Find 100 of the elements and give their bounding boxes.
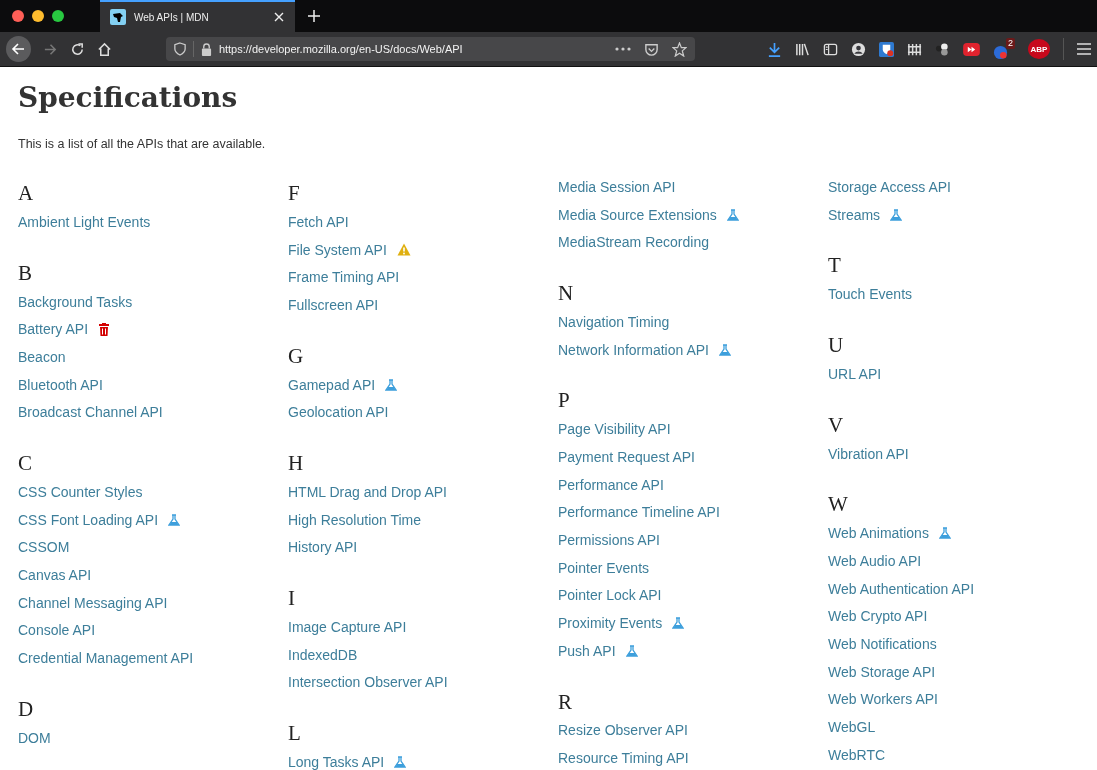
api-link[interactable]: Payment Request API [558, 448, 695, 465]
api-link[interactable]: Web Storage API [828, 663, 936, 680]
api-link[interactable]: Page Visibility API [558, 421, 671, 438]
api-link[interactable]: IndexedDB [288, 646, 358, 663]
api-link[interactable]: Permissions API [558, 532, 660, 549]
fast-forward-icon[interactable] [963, 42, 980, 56]
api-link[interactable]: Vibration API [828, 445, 909, 462]
adblock-button[interactable]: ABP [1028, 39, 1050, 59]
api-link[interactable]: DOM [18, 729, 51, 746]
back-arrow-icon [10, 41, 27, 57]
close-window-button[interactable] [12, 10, 24, 22]
api-link[interactable]: Streams [828, 206, 881, 223]
api-link[interactable]: Console API [18, 622, 96, 639]
library-icon[interactable] [795, 41, 810, 57]
api-link[interactable]: Ambient Light Events [18, 213, 151, 230]
api-link[interactable]: Background Tasks [18, 293, 133, 310]
notification-count: 2 [1006, 38, 1015, 49]
back-button[interactable] [6, 36, 31, 62]
api-link[interactable]: MediaStream Recording [558, 234, 709, 251]
letter-heading: B [18, 259, 33, 287]
api-link[interactable]: Geolocation API [288, 404, 389, 421]
api-link[interactable]: History API [288, 539, 358, 556]
api-link[interactable]: Fullscreen API [288, 296, 379, 313]
api-link[interactable]: CSS Counter Styles [18, 483, 143, 500]
molecule-icon[interactable] [935, 41, 950, 57]
letter-heading: U [828, 332, 845, 360]
letter-heading: G [288, 342, 305, 370]
page-heading: Specifications [18, 80, 239, 116]
api-link[interactable]: CSS Font Loading API [18, 511, 159, 528]
pocket-icon[interactable] [644, 41, 659, 57]
api-link[interactable]: Storage Access API [828, 178, 951, 195]
sidebar-icon[interactable] [823, 41, 838, 57]
api-link[interactable]: Performance API [558, 476, 664, 493]
api-link[interactable]: File System API [288, 241, 387, 258]
api-link[interactable]: Credential Management API [18, 650, 194, 667]
api-link[interactable]: Frame Timing API [288, 269, 400, 286]
menu-icon[interactable] [1077, 43, 1091, 55]
api-link[interactable]: Gamepad API [288, 376, 376, 393]
intro-text: This is a list of all the APIs that are available. [18, 136, 267, 153]
api-link[interactable]: Intersection Observer API [288, 674, 448, 691]
letter-heading: H [288, 450, 305, 478]
fence-icon[interactable] [907, 41, 922, 57]
api-link[interactable]: Channel Messaging API [18, 594, 168, 611]
letter-heading: V [828, 411, 845, 439]
api-link[interactable]: Navigation Timing [558, 313, 670, 330]
shield-icon[interactable] [879, 41, 894, 57]
api-link[interactable]: HTML Drag and Drop API [288, 483, 447, 500]
maximize-window-button[interactable] [52, 10, 64, 22]
api-link[interactable]: Media Source Extensions [558, 206, 717, 223]
api-link[interactable]: Broadcast Channel API [18, 404, 163, 421]
api-link[interactable]: WebRTC [828, 746, 886, 763]
letter-heading: A [18, 180, 35, 207]
api-link[interactable]: Image Capture API [288, 619, 407, 636]
api-link[interactable]: Fetch API [288, 213, 349, 230]
browser-tab[interactable]: Web APIs | MDN [100, 0, 295, 32]
api-link[interactable]: Web Audio API [828, 552, 922, 569]
account-icon[interactable] [851, 41, 866, 57]
tab-title: Web APIs | MDN [134, 11, 210, 23]
more-icon[interactable] [615, 47, 631, 51]
api-link[interactable]: Resize Observer API [558, 722, 688, 739]
api-link[interactable]: Push API [558, 642, 616, 659]
api-link[interactable]: URL API [828, 365, 882, 382]
api-link[interactable]: Beacon [18, 348, 66, 365]
api-link[interactable]: Pointer Lock API [558, 587, 662, 604]
api-link[interactable]: WebGL [828, 719, 876, 736]
letter-heading: L [288, 720, 302, 748]
api-link[interactable]: Battery API [18, 321, 89, 338]
home-icon[interactable] [96, 41, 112, 57]
api-link[interactable]: Media Session API [558, 178, 676, 195]
api-link[interactable]: Web Notifications [828, 636, 937, 653]
api-link[interactable]: Web Crypto API [828, 608, 928, 625]
api-link[interactable]: Canvas API [18, 567, 92, 584]
api-link[interactable]: Web Workers API [828, 691, 938, 708]
api-link[interactable]: Proximity Events [558, 615, 663, 632]
letter-heading: F [288, 180, 301, 207]
address-bar[interactable]: https://developer.mozilla.org/en-US/docs/Web/API [165, 37, 695, 61]
letter-heading: T [828, 252, 842, 280]
shield-icon [173, 42, 186, 56]
reload-icon[interactable] [69, 41, 85, 57]
minimize-window-button[interactable] [32, 10, 44, 22]
new-tab-icon[interactable] [307, 9, 321, 23]
api-link[interactable]: Resource Timing API [558, 750, 689, 767]
api-link[interactable]: High Resolution Time [288, 511, 422, 528]
api-link[interactable]: Web Authentication API [828, 580, 975, 597]
api-link[interactable]: Long Tasks API [288, 754, 385, 770]
letter-heading: W [828, 491, 849, 519]
letter-heading: D [18, 695, 35, 723]
download-icon[interactable] [767, 41, 782, 57]
close-icon[interactable] [273, 11, 285, 23]
url-text: https://developer.mozilla.org/en-US/docs/Web/API [218, 43, 464, 55]
api-link[interactable]: CSSOM [18, 539, 70, 556]
api-link[interactable]: Network Information API [558, 341, 709, 358]
api-link[interactable]: Performance Timeline API [558, 504, 720, 521]
api-link[interactable]: Pointer Events [558, 559, 650, 576]
api-link[interactable]: Touch Events [828, 286, 913, 303]
letter-heading: R [558, 688, 573, 716]
api-link[interactable]: Web Animations [828, 525, 929, 542]
letter-heading: N [558, 280, 575, 308]
api-link[interactable]: Bluetooth API [18, 376, 103, 393]
star-icon[interactable] [672, 41, 687, 57]
